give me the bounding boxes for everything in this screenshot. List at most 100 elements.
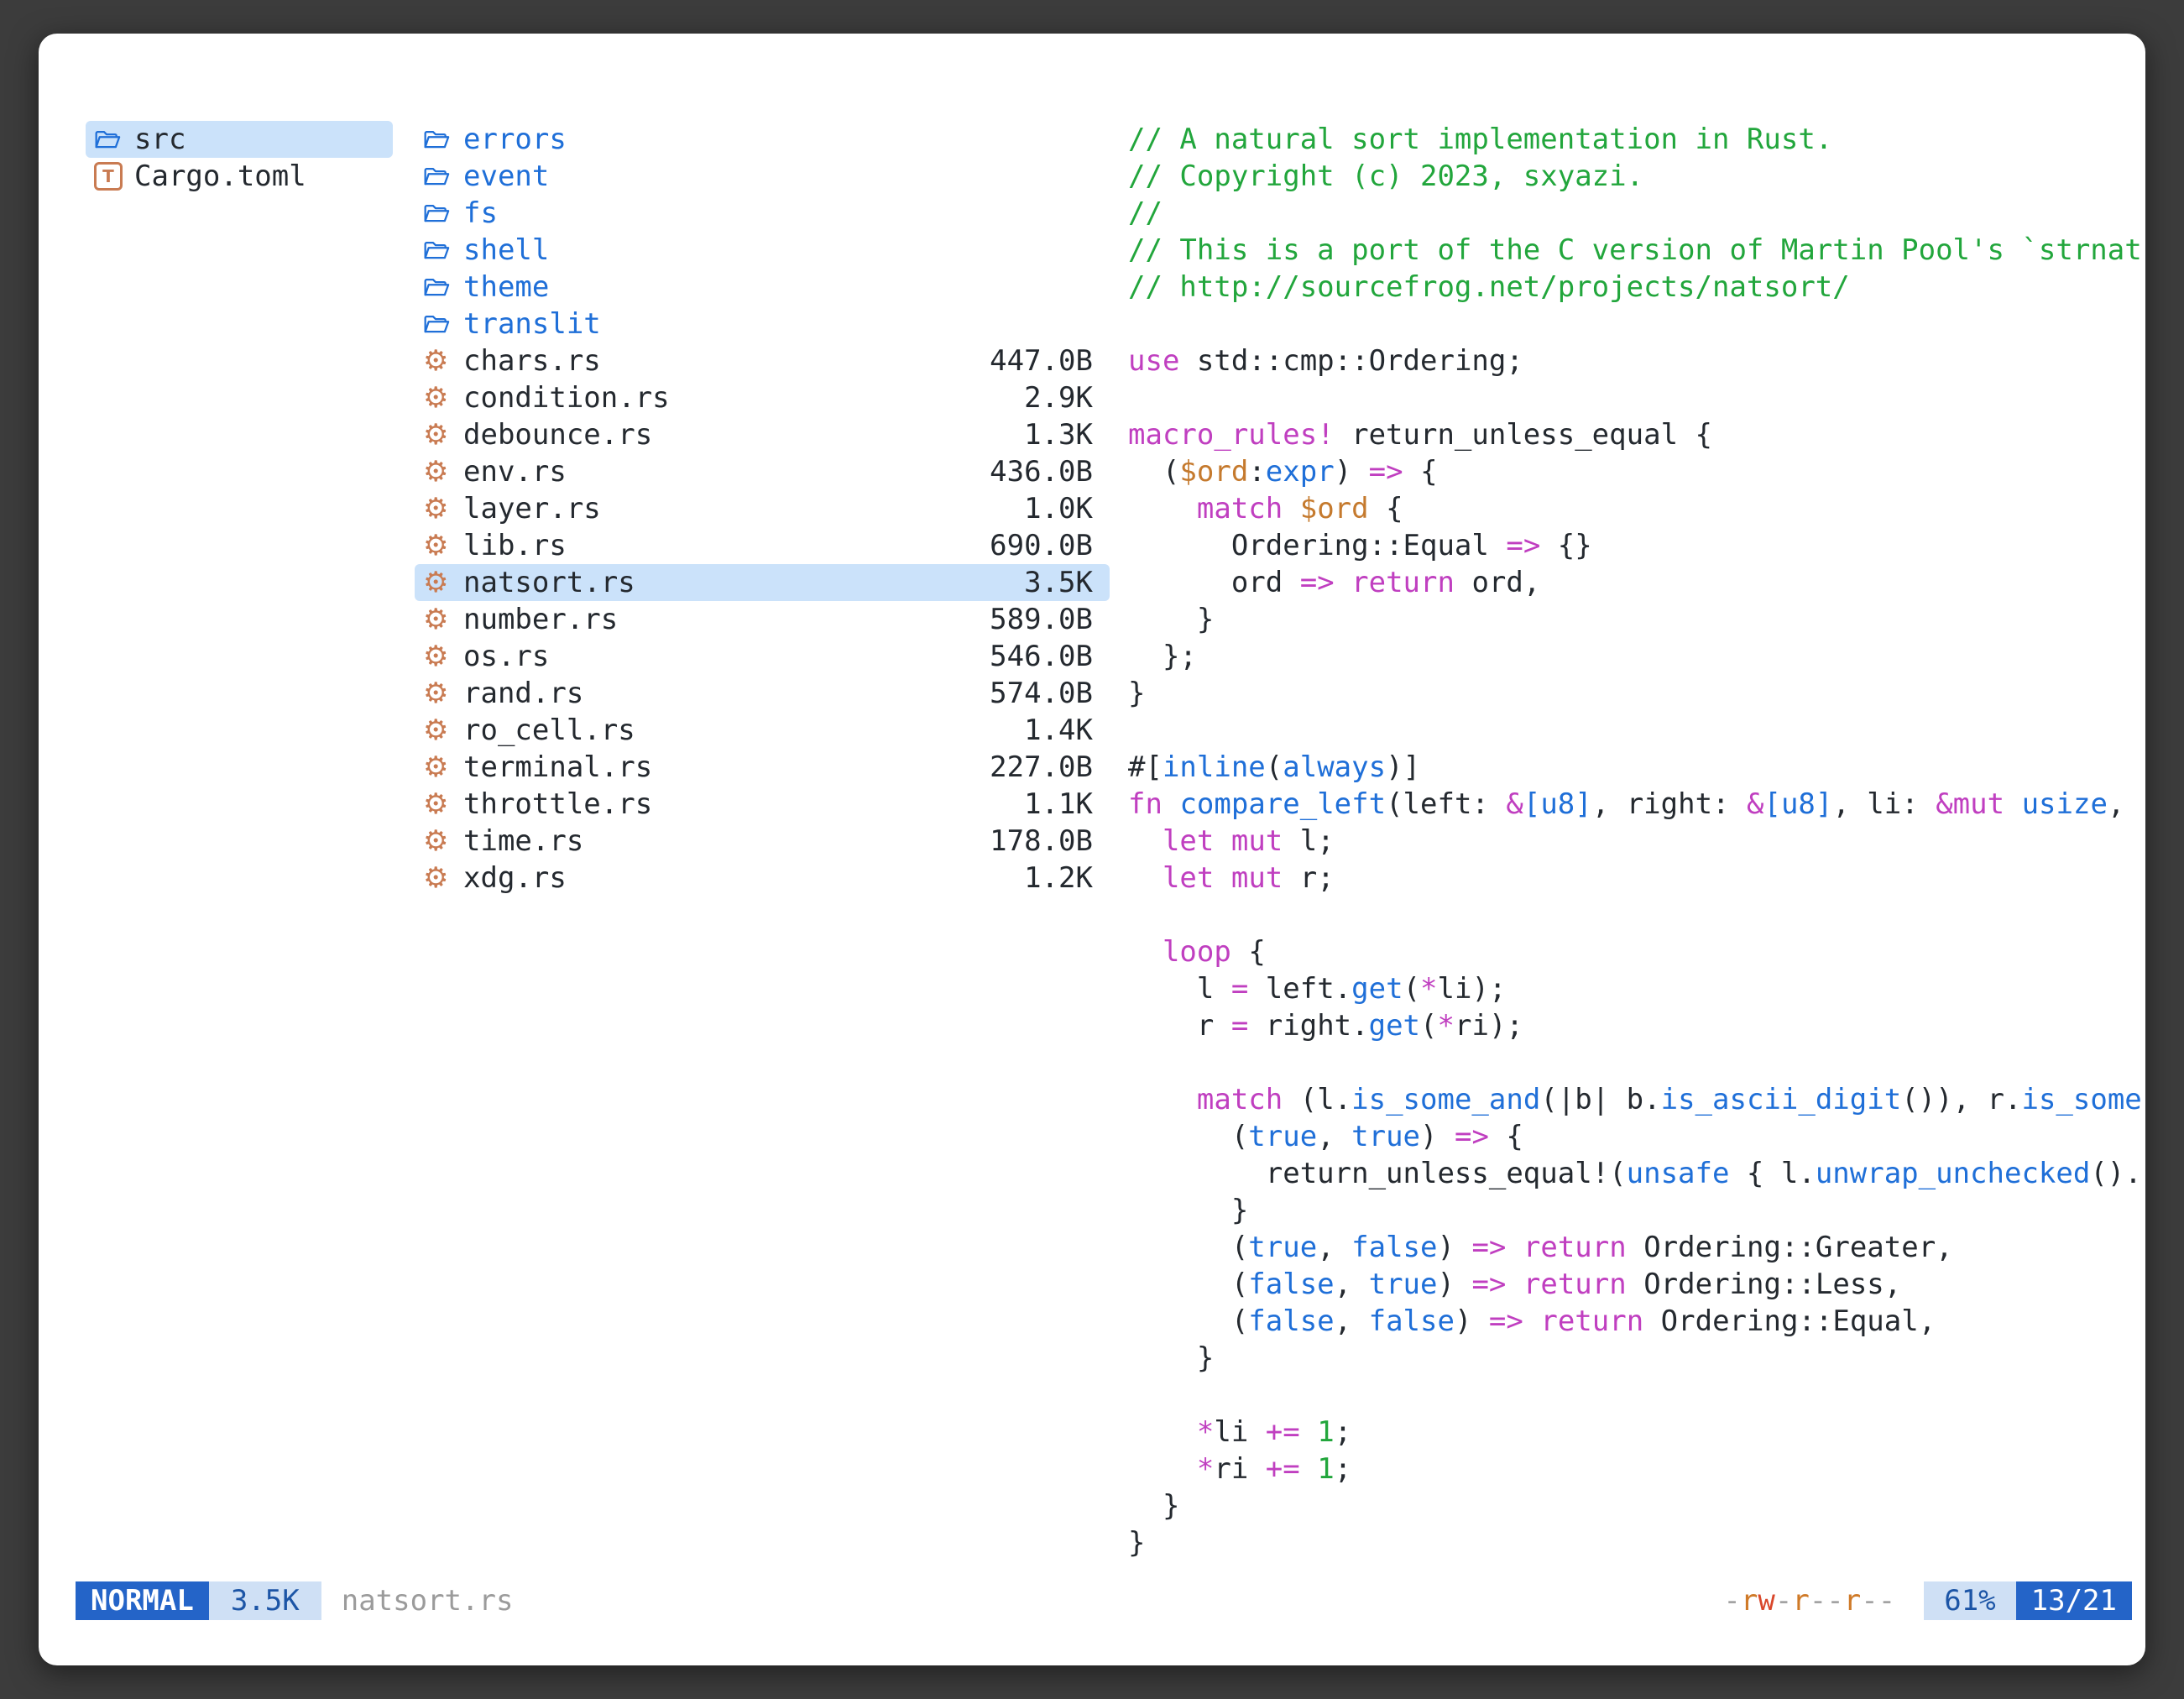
file-name: xdg.rs	[463, 861, 567, 895]
file-name: ro_cell.rs	[463, 714, 635, 747]
code-line: match (l.is_some_and(|b| b.is_ascii_digi…	[1128, 1081, 2145, 1118]
parent-pane[interactable]: srcTCargo.toml	[86, 121, 393, 1581]
file-row[interactable]: ⚙lib.rs690.0B	[415, 527, 1110, 564]
code-line: *li += 1;	[1128, 1414, 2145, 1451]
code-line: }	[1128, 675, 2145, 712]
file-row[interactable]: ⚙env.rs436.0B	[415, 453, 1110, 490]
file-name: lib.rs	[463, 529, 567, 562]
dir-row[interactable]: event	[415, 158, 1110, 195]
code-line: // Copyright (c) 2023, sxyazi.	[1128, 158, 2145, 195]
code-line: *ri += 1;	[1128, 1451, 2145, 1487]
rust-icon: ⚙	[423, 642, 463, 671]
file-size: 546.0B	[990, 640, 1093, 673]
code-line: ord => return ord,	[1128, 564, 2145, 601]
code-line	[1128, 897, 2145, 933]
code-line: return_unless_equal!(unsafe { l.unwrap_u…	[1128, 1155, 2145, 1192]
code-line: //	[1128, 195, 2145, 232]
code-line: fn compare_left(left: &[u8], right: &[u8…	[1128, 786, 2145, 823]
code-line: };	[1128, 638, 2145, 675]
file-name: terminal.rs	[463, 750, 652, 784]
file-name: errors	[463, 123, 567, 156]
rust-icon: ⚙	[423, 753, 463, 782]
file-size: 1.1K	[1024, 787, 1093, 821]
dir-row[interactable]: theme	[415, 269, 1110, 306]
rust-icon: ⚙	[423, 679, 463, 708]
file-name: Cargo.toml	[134, 159, 306, 193]
file-size: 589.0B	[990, 603, 1093, 636]
file-row[interactable]: TCargo.toml	[86, 158, 393, 195]
code-line	[1128, 306, 2145, 342]
code-line: l = left.get(*li);	[1128, 970, 2145, 1007]
dir-row[interactable]: shell	[415, 232, 1110, 269]
file-row[interactable]: ⚙natsort.rs3.5K	[415, 564, 1110, 601]
folder-open-icon	[423, 202, 463, 225]
dir-row[interactable]: fs	[415, 195, 1110, 232]
file-name: chars.rs	[463, 344, 601, 378]
cursor-position-badge: 13/21	[2016, 1581, 2132, 1620]
file-name: env.rs	[463, 455, 567, 489]
file-size-badge: 3.5K	[209, 1581, 321, 1620]
code-line: }	[1128, 1524, 2145, 1561]
panes-container: srcTCargo.toml errorseventfsshellthemetr…	[39, 34, 2145, 1581]
file-row[interactable]: ⚙time.rs178.0B	[415, 823, 1110, 860]
rust-icon: ⚙	[423, 568, 463, 597]
code-line: (true, false) => return Ordering::Greate…	[1128, 1229, 2145, 1266]
file-row[interactable]: ⚙rand.rs574.0B	[415, 675, 1110, 712]
folder-open-icon	[423, 128, 463, 151]
folder-open-icon	[423, 313, 463, 336]
file-row[interactable]: ⚙chars.rs447.0B	[415, 342, 1110, 379]
file-row[interactable]: ⚙terminal.rs 227.0B	[415, 749, 1110, 786]
dir-row[interactable]: src	[86, 121, 393, 158]
code-line: (true, true) => {	[1128, 1118, 2145, 1155]
status-filename: natsort.rs	[342, 1584, 514, 1618]
folder-open-icon	[423, 276, 463, 299]
file-size: 1.4K	[1024, 714, 1093, 747]
file-row[interactable]: ⚙xdg.rs1.2K	[415, 860, 1110, 897]
code-line	[1128, 712, 2145, 749]
code-line	[1128, 1377, 2145, 1414]
file-row[interactable]: ⚙condition.rs2.9K	[415, 379, 1110, 416]
code-line: (false, false) => return Ordering::Equal…	[1128, 1303, 2145, 1340]
file-row[interactable]: ⚙os.rs546.0B	[415, 638, 1110, 675]
scroll-percent-badge: 61%	[1924, 1581, 2015, 1620]
code-line: // http://sourcefrog.net/projects/natsor…	[1128, 269, 2145, 306]
file-size: 227.0B	[990, 750, 1093, 784]
file-name: fs	[463, 196, 498, 230]
code-line: let mut l;	[1128, 823, 2145, 860]
file-size: 178.0B	[990, 824, 1093, 858]
file-row[interactable]: ⚙debounce.rs1.3K	[415, 416, 1110, 453]
file-name: debounce.rs	[463, 418, 652, 452]
status-right-group: -rw-r--r-- 61% 13/21	[1723, 1581, 2132, 1620]
rust-icon: ⚙	[423, 716, 463, 745]
code-line: // A natural sort implementation in Rust…	[1128, 121, 2145, 158]
dir-row[interactable]: errors	[415, 121, 1110, 158]
code-line: match $ord {	[1128, 490, 2145, 527]
file-row[interactable]: ⚙throttle.rs 1.1K	[415, 786, 1110, 823]
code-line: use std::cmp::Ordering;	[1128, 342, 2145, 379]
file-name: layer.rs	[463, 492, 601, 525]
preview-pane[interactable]: // A natural sort implementation in Rust…	[1128, 121, 2145, 1581]
file-size: 2.9K	[1024, 381, 1093, 415]
file-name: throttle.rs	[463, 787, 652, 821]
code-line: Ordering::Equal => {}	[1128, 527, 2145, 564]
file-size: 1.3K	[1024, 418, 1093, 452]
code-line: ($ord:expr) => {	[1128, 453, 2145, 490]
code-line	[1128, 1044, 2145, 1081]
code-line: }	[1128, 1340, 2145, 1377]
rust-icon: ⚙	[423, 790, 463, 818]
file-size: 3.5K	[1024, 566, 1093, 599]
code-line: }	[1128, 1487, 2145, 1524]
code-line: #[inline(always)]	[1128, 749, 2145, 786]
current-pane[interactable]: errorseventfsshellthemetranslit⚙chars.rs…	[415, 121, 1110, 1581]
file-name: time.rs	[463, 824, 583, 858]
code-line: // This is a port of the C version of Ma…	[1128, 232, 2145, 269]
file-row[interactable]: ⚙number.rs589.0B	[415, 601, 1110, 638]
file-row[interactable]: ⚙ro_cell.rs 1.4K	[415, 712, 1110, 749]
file-name: shell	[463, 233, 549, 267]
dir-row[interactable]: translit	[415, 306, 1110, 342]
file-row[interactable]: ⚙layer.rs1.0K	[415, 490, 1110, 527]
file-name: theme	[463, 270, 549, 304]
file-size: 690.0B	[990, 529, 1093, 562]
rust-icon: ⚙	[423, 347, 463, 375]
folder-open-icon	[423, 165, 463, 188]
